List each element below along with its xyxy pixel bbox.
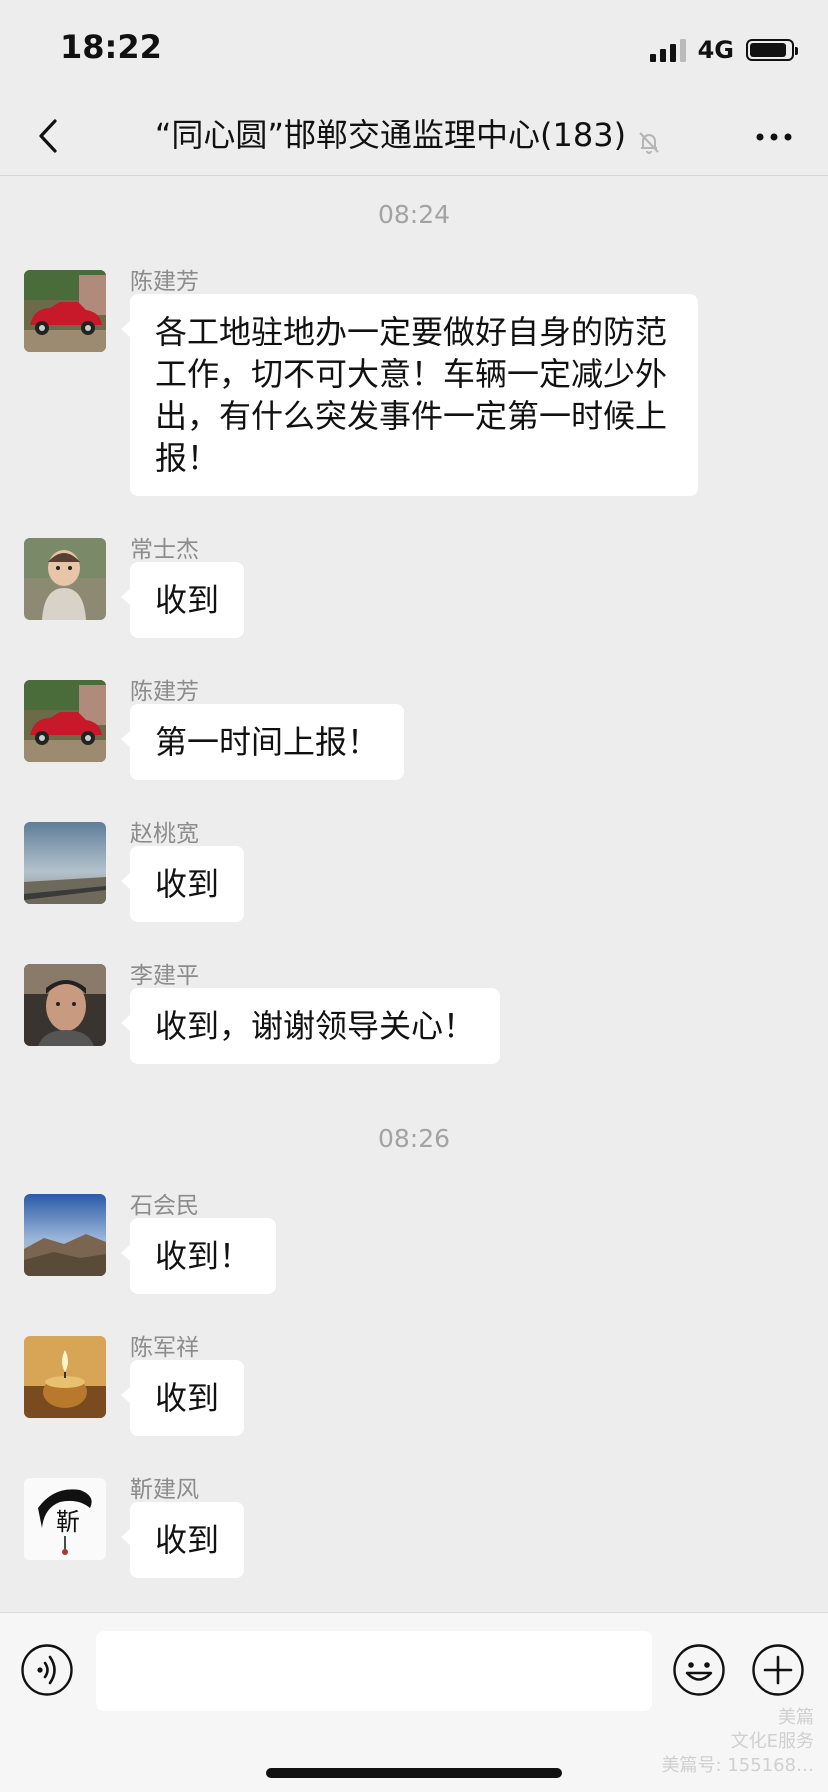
timestamp: 08:24 [377, 200, 451, 229]
battery-icon [746, 39, 798, 61]
mountain-avatar-image [24, 1194, 106, 1276]
timestamp: 08:26 [377, 1124, 451, 1153]
voice-button[interactable] [20, 1643, 74, 1697]
more-button[interactable] [754, 122, 794, 152]
message-input[interactable] [96, 1631, 652, 1711]
message-bubble[interactable]: 收到！ [120, 1218, 277, 1294]
more-features-button[interactable] [751, 1643, 805, 1697]
back-button[interactable] [28, 114, 72, 158]
car-avatar-image [24, 680, 106, 762]
car-avatar-image [24, 270, 106, 352]
calligraphy-avatar-image: 靳 [24, 1478, 106, 1560]
child-avatar-image [24, 538, 106, 620]
plus-circle-icon [752, 1644, 804, 1696]
emoji-button[interactable] [672, 1643, 726, 1697]
chat-title: “同心圆”邯郸交通监理中心(183) [154, 116, 627, 154]
status-time: 18:22 [60, 28, 162, 66]
portrait-avatar-image [24, 964, 106, 1046]
home-indicator [266, 1768, 562, 1778]
sender-name: 常士杰 [130, 537, 199, 563]
message-bubble[interactable]: 收到 [120, 846, 245, 922]
sender-name: 石会民 [130, 1193, 199, 1219]
avatar[interactable] [24, 538, 106, 620]
sender-name: 陈建芳 [130, 679, 199, 705]
more-dots-icon [756, 133, 792, 141]
emoji-icon [673, 1644, 725, 1696]
watermark-brand: 美篇 [778, 1707, 814, 1728]
message-bubble[interactable]: 收到 [120, 1360, 245, 1436]
sender-name: 陈军祥 [130, 1335, 199, 1361]
status-indicators: 4G [649, 36, 798, 64]
candle-avatar-image [24, 1336, 106, 1418]
avatar-glyph: 靳 [56, 1508, 80, 1536]
sender-name: 李建平 [130, 963, 199, 989]
nav-bar: “同心圆”邯郸交通监理中心(183) [0, 100, 828, 176]
avatar[interactable] [24, 680, 106, 762]
message-bubble[interactable]: 收到，谢谢领导关心！ [120, 988, 501, 1064]
watermark-subtitle: 文化E服务 [730, 1731, 814, 1752]
watermark: 美篇 文化E服务 美篇号: 155168… [662, 1706, 815, 1778]
avatar[interactable] [24, 270, 106, 352]
sender-name: 陈建芳 [130, 269, 199, 295]
avatar[interactable] [24, 1336, 106, 1418]
avatar[interactable] [24, 964, 106, 1046]
message-bubble[interactable]: 收到 [120, 1502, 245, 1578]
status-bar: 18:22 4G [0, 0, 828, 100]
landscape-avatar-image [24, 822, 106, 904]
voice-icon [21, 1644, 73, 1696]
chevron-left-icon [39, 119, 57, 153]
watermark-id: 美篇号: 155168… [661, 1755, 815, 1776]
message-bubble[interactable]: 收到 [120, 562, 245, 638]
message-bubble[interactable]: 各工地驻地办一定要做好自身的防范工作，切不可大意！车辆一定减少外出，有什么突发事… [121, 294, 698, 496]
signal-icon [649, 38, 686, 62]
sender-name: 靳建风 [130, 1477, 199, 1503]
sender-name: 赵桃宽 [130, 821, 199, 847]
mute-bell-icon [639, 131, 659, 154]
avatar[interactable]: 靳 [24, 1478, 106, 1560]
message-bubble[interactable]: 第一时间上报！ [120, 704, 405, 780]
avatar[interactable] [24, 822, 106, 904]
network-type: 4G [697, 36, 734, 64]
nav-title-area: “同心圆”邯郸交通监理中心(183) [100, 110, 718, 156]
avatar[interactable] [24, 1194, 106, 1276]
